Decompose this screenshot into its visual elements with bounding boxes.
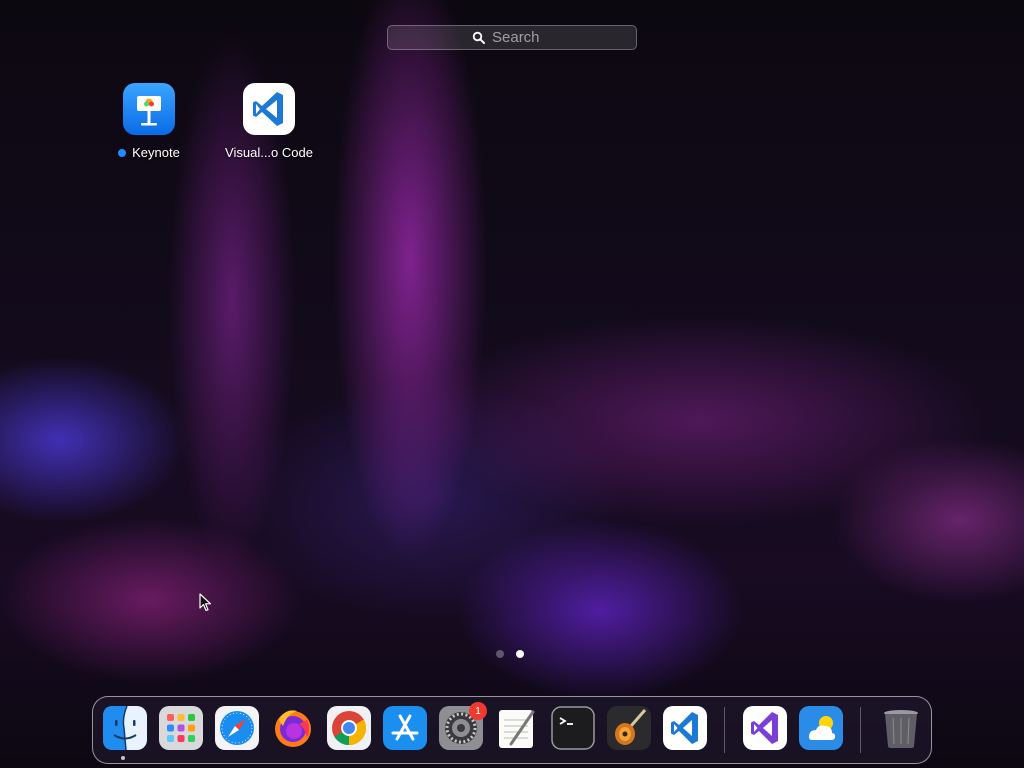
app-keynote[interactable]: Keynote <box>89 83 209 160</box>
vscode-icon <box>663 706 707 750</box>
trash-icon <box>884 710 918 748</box>
firefox-icon <box>275 710 311 747</box>
visual-studio-icon <box>743 706 787 750</box>
launchpad-icon <box>159 706 203 750</box>
search-input[interactable] <box>492 29 552 46</box>
garageband-icon <box>607 706 651 750</box>
dock: 1 <box>92 696 932 764</box>
dock-item-app-store[interactable] <box>383 706 427 750</box>
finder-icon <box>103 706 147 750</box>
dock-item-safari[interactable] <box>215 706 259 750</box>
dock-item-chrome[interactable] <box>327 706 371 750</box>
dock-item-visual-studio[interactable] <box>743 706 787 750</box>
textedit-icon <box>499 710 535 748</box>
safari-icon <box>215 706 259 750</box>
app-label-keynote: Keynote <box>132 145 180 160</box>
keynote-icon <box>123 83 175 135</box>
page-indicator <box>496 650 524 658</box>
dock-item-vscode[interactable] <box>663 706 707 750</box>
notification-badge-count: 1 <box>475 705 481 717</box>
page-dot-1[interactable] <box>496 650 504 658</box>
app-visual-studio-code[interactable]: Visual...o Code <box>209 83 329 160</box>
chrome-icon <box>327 706 371 750</box>
page-dot-2[interactable] <box>516 650 524 658</box>
vscode-icon <box>243 83 295 135</box>
app-label-vscode: Visual...o Code <box>225 145 313 160</box>
dock-item-launchpad[interactable] <box>159 706 203 750</box>
mouse-cursor <box>199 593 212 612</box>
launchpad-search-field[interactable] <box>387 25 637 50</box>
dock-item-trash[interactable] <box>879 706 923 750</box>
dock-item-terminal[interactable] <box>551 706 595 750</box>
dock-item-garageband[interactable] <box>607 706 651 750</box>
weather-icon <box>799 706 843 750</box>
search-icon <box>472 31 485 44</box>
notification-badge: 1 <box>469 702 487 720</box>
app-store-icon <box>383 706 427 750</box>
dock-separator <box>860 707 861 753</box>
dock-item-weather[interactable] <box>799 706 843 750</box>
finder-running-indicator <box>121 756 125 760</box>
dock-item-finder[interactable] <box>103 706 147 750</box>
new-app-dot <box>118 148 127 157</box>
dock-separator <box>724 707 725 753</box>
dock-item-textedit[interactable] <box>495 706 539 750</box>
terminal-icon <box>551 706 595 750</box>
dock-item-firefox[interactable] <box>271 706 315 750</box>
